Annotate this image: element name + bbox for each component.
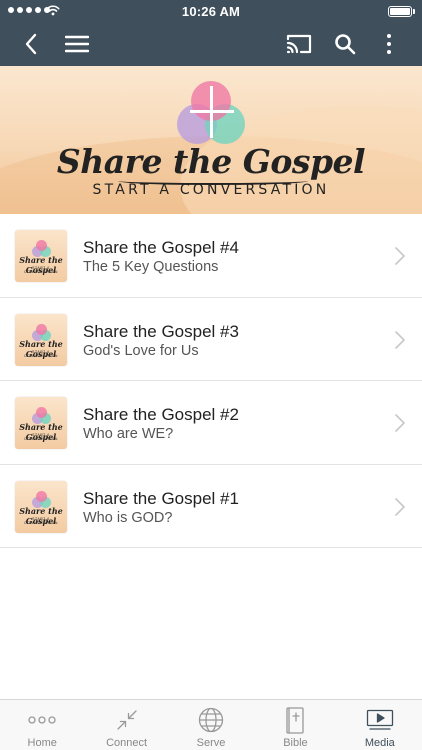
episode-thumbnail: Share the Gospel START A CONVERSATION xyxy=(15,230,67,282)
tab-label: Media xyxy=(364,737,395,749)
thumbnail-subtitle: START A CONVERSATION xyxy=(24,433,58,441)
chevron-right-icon xyxy=(395,497,405,516)
tab-label: Serve xyxy=(196,737,226,749)
back-button[interactable] xyxy=(16,29,46,59)
chevron-right-icon xyxy=(395,247,405,265)
episode-thumbnail: Share the Gospel START A CONVERSATION xyxy=(15,480,67,533)
banner-subtitle: START A CONVERSATION xyxy=(92,182,330,198)
menu-button[interactable] xyxy=(62,29,92,59)
bible-icon xyxy=(286,706,305,734)
globe-icon xyxy=(198,707,224,733)
episode-title: Share the Gospel #2 xyxy=(83,405,239,424)
episode-list: Share the Gospel START A CONVERSATION Sh… xyxy=(0,214,422,548)
list-item[interactable]: Share the Gospel START A CONVERSATION Sh… xyxy=(0,297,422,381)
search-button[interactable] xyxy=(330,29,360,59)
hamburger-icon xyxy=(65,35,89,53)
tab-bible[interactable]: Bible xyxy=(253,700,337,750)
tab-connect[interactable]: Connect xyxy=(84,700,168,750)
episode-title: Share the Gospel #4 xyxy=(83,238,239,257)
search-icon xyxy=(335,34,356,55)
episode-subtitle: The 5 Key Questions xyxy=(83,259,219,275)
tab-home[interactable]: Home xyxy=(0,700,84,750)
status-time: 10:26 AM xyxy=(181,4,241,19)
chevron-left-icon xyxy=(25,33,37,55)
tab-label: Connect xyxy=(106,737,148,749)
chevron-right-icon xyxy=(395,330,405,349)
list-item[interactable]: Share the Gospel START A CONVERSATION Sh… xyxy=(0,214,422,298)
series-banner: Share the Gospel START A CONVERSATION xyxy=(0,66,422,214)
thumbnail-subtitle: START A CONVERSATION xyxy=(24,349,58,358)
tab-label: Bible xyxy=(283,737,308,749)
banner-title: Share the Gospel xyxy=(56,142,366,181)
episode-subtitle: Who are WE? xyxy=(83,426,174,442)
list-item[interactable]: Share the Gospel START A CONVERSATION Sh… xyxy=(0,464,422,548)
nav-bar xyxy=(0,22,422,66)
battery-icon xyxy=(388,6,415,17)
episode-title: Share the Gospel #3 xyxy=(83,321,239,341)
chevron-right-icon xyxy=(395,414,405,432)
episode-thumbnail: Share the Gospel START A CONVERSATION xyxy=(15,397,67,449)
list-item[interactable]: Share the Gospel START A CONVERSATION Sh… xyxy=(0,381,422,465)
cast-icon xyxy=(286,34,312,54)
thumbnail-subtitle: START A CONVERSATION xyxy=(24,266,58,274)
tab-label: Home xyxy=(27,737,57,749)
play-screen-icon xyxy=(366,709,393,730)
arrows-in-icon xyxy=(116,710,137,730)
tab-media[interactable]: Media xyxy=(338,700,422,750)
thumbnail-subtitle: START A CONVERSATION xyxy=(24,516,58,525)
dots-icon xyxy=(28,716,56,724)
tab-serve[interactable]: Serve xyxy=(169,700,253,750)
cast-button[interactable] xyxy=(284,29,314,59)
series-logo-icon xyxy=(176,78,246,148)
more-options-button[interactable] xyxy=(374,29,404,59)
episode-subtitle: God's Love for Us xyxy=(83,342,199,359)
episode-thumbnail: Share the Gospel START A CONVERSATION xyxy=(15,313,67,366)
episode-subtitle: Who is GOD? xyxy=(83,509,173,526)
episode-title: Share the Gospel #1 xyxy=(83,488,239,508)
vertical-dots-icon xyxy=(387,34,391,54)
tab-bar: Home Connect Serve Bible Media xyxy=(0,699,422,750)
status-bar: 10:26 AM xyxy=(0,0,422,22)
